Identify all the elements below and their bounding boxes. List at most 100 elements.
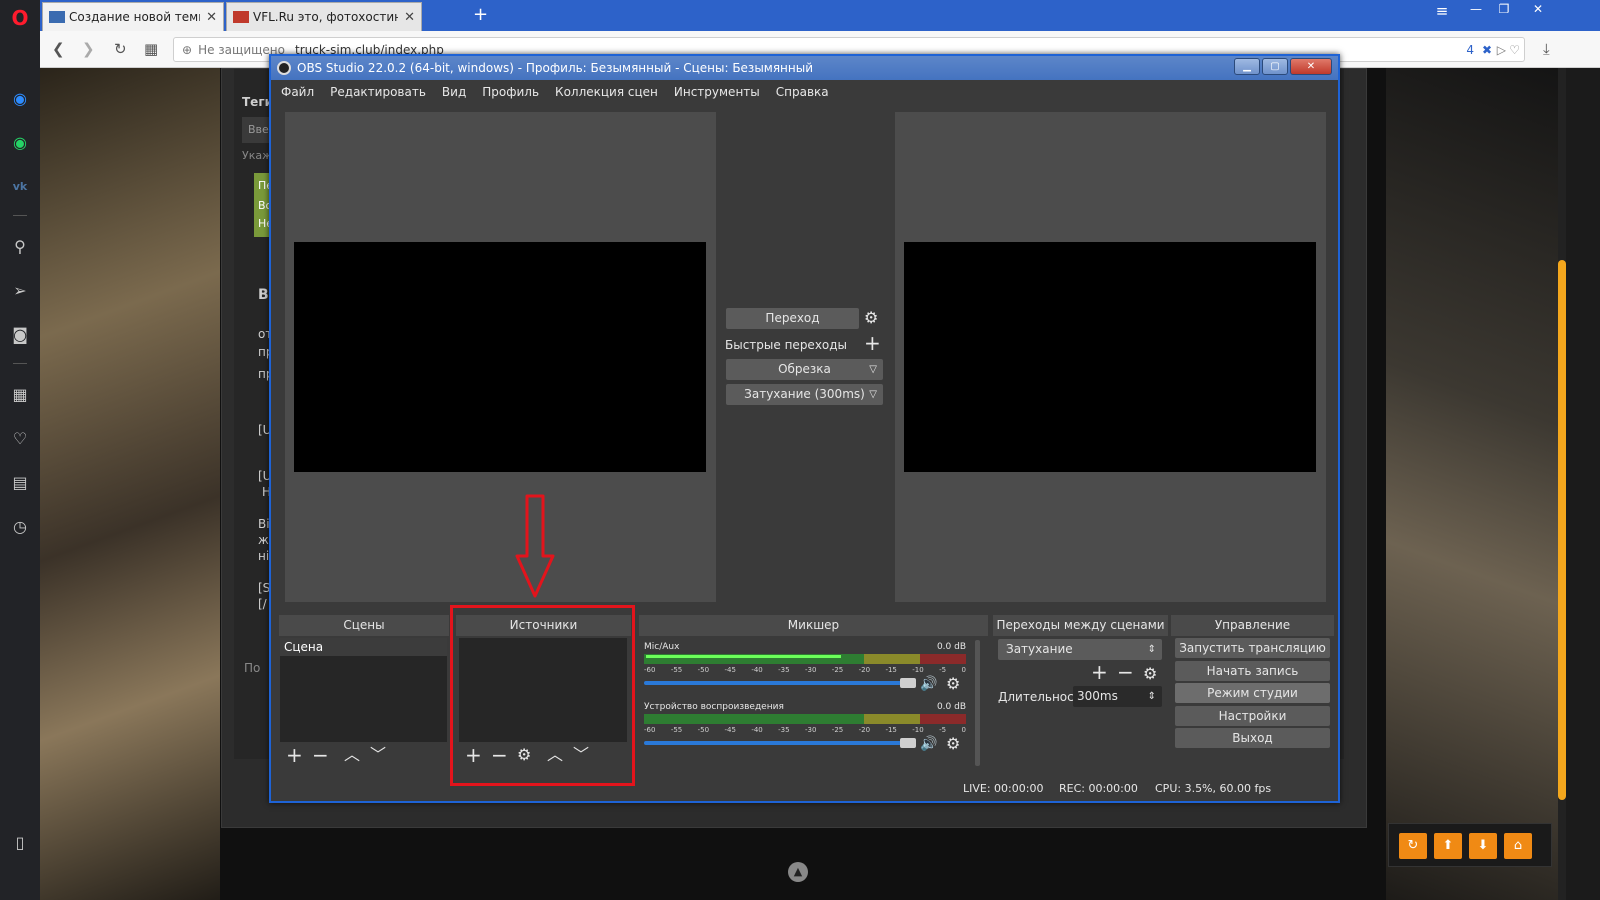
tab-menu-icon[interactable]: ≡ — [1430, 2, 1454, 20]
start-streaming-button[interactable]: Запустить трансляцию — [1175, 638, 1330, 658]
duration-input[interactable]: 300ms ⇕ — [1073, 686, 1162, 707]
opera-sidebar: O ◉ ◉ vk ⚲ ➢ ◙ ▦ ♡ ▤ ◷ ▯ — [0, 0, 40, 900]
bookmark-heart-icon[interactable]: ♡ — [1509, 43, 1520, 57]
vk-icon[interactable]: vk — [8, 174, 32, 198]
obs-logo-icon — [277, 61, 291, 75]
live-status: LIVE: 00:00:00 — [963, 782, 1044, 795]
menu-view[interactable]: Вид — [434, 85, 474, 99]
gear-icon[interactable]: ⚙ — [946, 736, 960, 752]
gear-icon[interactable]: ⚙ — [864, 310, 878, 326]
transitions-dock-title: Переходы между сценами — [993, 615, 1168, 636]
plus-icon[interactable]: + — [864, 333, 881, 353]
forward-icon[interactable]: ❯ — [82, 40, 95, 58]
preview-canvas[interactable] — [294, 242, 706, 472]
sidebar-toggle-icon[interactable]: ▯ — [8, 830, 32, 854]
transition-dropdown-fade[interactable]: Затухание (300ms) ▽ — [726, 384, 883, 405]
start-recording-button[interactable]: Начать запись — [1175, 661, 1330, 681]
speaker-icon[interactable]: 🔊 — [920, 676, 937, 692]
globe-icon: ⊕ — [182, 42, 193, 57]
new-tab-plus-icon[interactable]: + — [473, 6, 488, 24]
sidebar-separator — [13, 363, 27, 364]
obs-close-icon[interactable]: ✕ — [1290, 58, 1332, 75]
arrow-down-icon[interactable]: ⬇ — [1469, 833, 1497, 859]
obs-titlebar: OBS Studio 22.0.2 (64-bit, windows) - Пр… — [271, 56, 1338, 80]
back-icon[interactable]: ❮ — [52, 40, 65, 58]
menu-profile[interactable]: Профиль — [474, 85, 547, 99]
minus-icon[interactable]: − — [312, 745, 329, 765]
menu-file[interactable]: Файл — [273, 85, 322, 99]
whatsapp-icon[interactable]: ◉ — [8, 130, 32, 154]
tab-vfl[interactable]: VFL.Ru это, фотохостинг б ✕ — [226, 2, 422, 31]
scene-transition-dropdown[interactable]: Затухание ⇕ — [998, 639, 1162, 660]
volume-slider-handle[interactable] — [900, 738, 916, 748]
settings-button[interactable]: Настройки — [1175, 706, 1330, 726]
truck-favicon-icon — [49, 11, 65, 23]
speed-dial-icon[interactable]: ▦ — [8, 382, 32, 406]
reload-icon[interactable]: ↻ — [114, 40, 127, 58]
obs-window: OBS Studio 22.0.2 (64-bit, windows) - Пр… — [269, 54, 1340, 803]
program-panel — [895, 112, 1326, 602]
chevron-down-icon: ▽ — [869, 389, 877, 400]
close-icon[interactable]: ✕ — [206, 10, 217, 25]
opera-logo-icon[interactable]: O — [8, 6, 32, 30]
send-icon[interactable]: ➢ — [8, 278, 32, 302]
restore-icon[interactable]: ❐ — [1492, 2, 1516, 20]
chevron-up-icon[interactable]: ︿ — [344, 747, 360, 763]
scroll-top-icon[interactable]: ▲ — [788, 862, 808, 882]
snap-icon[interactable]: ▷ — [1497, 43, 1506, 57]
messenger-icon[interactable]: ◉ — [8, 86, 32, 110]
studio-mode-button[interactable]: Режим студии — [1175, 683, 1330, 703]
meter-ticks: -60 -55 -50 -45 -40 -35 -30 -25 -20 -15 -10 -5 0 — [644, 726, 966, 734]
menu-edit[interactable]: Редактировать — [322, 85, 434, 99]
arrow-up-icon[interactable]: ⬆ — [1434, 833, 1462, 859]
plus-icon[interactable]: + — [1091, 662, 1108, 682]
plus-icon[interactable]: + — [286, 745, 303, 765]
obs-menu-bar: Файл Редактировать Вид Профиль Коллекция… — [273, 80, 1336, 104]
volume-slider[interactable] — [644, 681, 914, 685]
adblock-icon[interactable]: ✖ — [1482, 43, 1492, 57]
list-item[interactable]: Сцена — [280, 638, 447, 656]
preview-panel — [285, 112, 716, 602]
speaker-icon[interactable]: 🔊 — [920, 736, 937, 752]
close-icon[interactable]: ✕ — [404, 10, 415, 25]
mixer-track-db: 0.0 dB — [936, 642, 966, 652]
menu-scene-collection[interactable]: Коллекция сцен — [547, 85, 666, 99]
minus-icon[interactable]: − — [1117, 662, 1134, 682]
vfl-favicon-icon — [233, 11, 249, 23]
gear-icon[interactable]: ⚙ — [946, 676, 960, 692]
tab-title: Создание новой темы - Т — [69, 10, 200, 24]
home-icon[interactable]: ⌂ — [1504, 833, 1532, 859]
obs-minimize-icon[interactable]: ▁ — [1234, 58, 1260, 75]
refresh-icon[interactable]: ↻ — [1399, 833, 1427, 859]
scenes-list[interactable]: Сцена — [280, 638, 447, 742]
speed-dial-icon[interactable]: ▦ — [144, 40, 158, 58]
download-icon[interactable]: ⤓ — [1543, 40, 1550, 58]
page-scrollbar-thumb[interactable] — [1558, 260, 1566, 800]
meter-ticks: -60 -55 -50 -45 -40 -35 -30 -25 -20 -15 -10 -5 0 — [644, 666, 966, 674]
news-icon[interactable]: ▤ — [8, 470, 32, 494]
history-icon[interactable]: ◷ — [8, 514, 32, 538]
tab-create-topic[interactable]: Создание новой темы - Т ✕ — [42, 2, 224, 31]
program-canvas[interactable] — [904, 242, 1316, 472]
menu-tools[interactable]: Инструменты — [666, 85, 768, 99]
volume-slider-handle[interactable] — [900, 678, 916, 688]
gear-icon[interactable]: ⚙ — [1143, 666, 1157, 682]
annotation-arrow-icon — [515, 494, 555, 598]
tab-title: VFL.Ru это, фотохостинг б — [253, 10, 399, 24]
transition-dropdown-cut[interactable]: Обрезка ▽ — [726, 359, 883, 380]
heart-icon[interactable]: ♡ — [8, 426, 32, 450]
search-icon[interactable]: ⚲ — [8, 234, 32, 258]
scenes-dock-title: Сцены — [279, 615, 449, 636]
minimize-icon[interactable]: — — [1464, 2, 1488, 20]
menu-help[interactable]: Справка — [768, 85, 837, 99]
volume-slider[interactable] — [644, 741, 914, 745]
obs-maximize-icon[interactable]: ▢ — [1262, 58, 1288, 75]
exit-button[interactable]: Выход — [1175, 728, 1330, 748]
chevron-down-icon[interactable]: ﹀ — [370, 747, 386, 763]
close-window-icon[interactable]: ✕ — [1526, 2, 1550, 20]
camera-icon[interactable]: ◙ — [8, 322, 32, 346]
transition-button[interactable]: Переход — [726, 308, 859, 329]
mixer-track-name: Устройство воспроизведения — [644, 702, 784, 712]
mixer-scrollbar[interactable] — [975, 640, 980, 766]
rec-status: REC: 00:00:00 — [1059, 782, 1138, 795]
